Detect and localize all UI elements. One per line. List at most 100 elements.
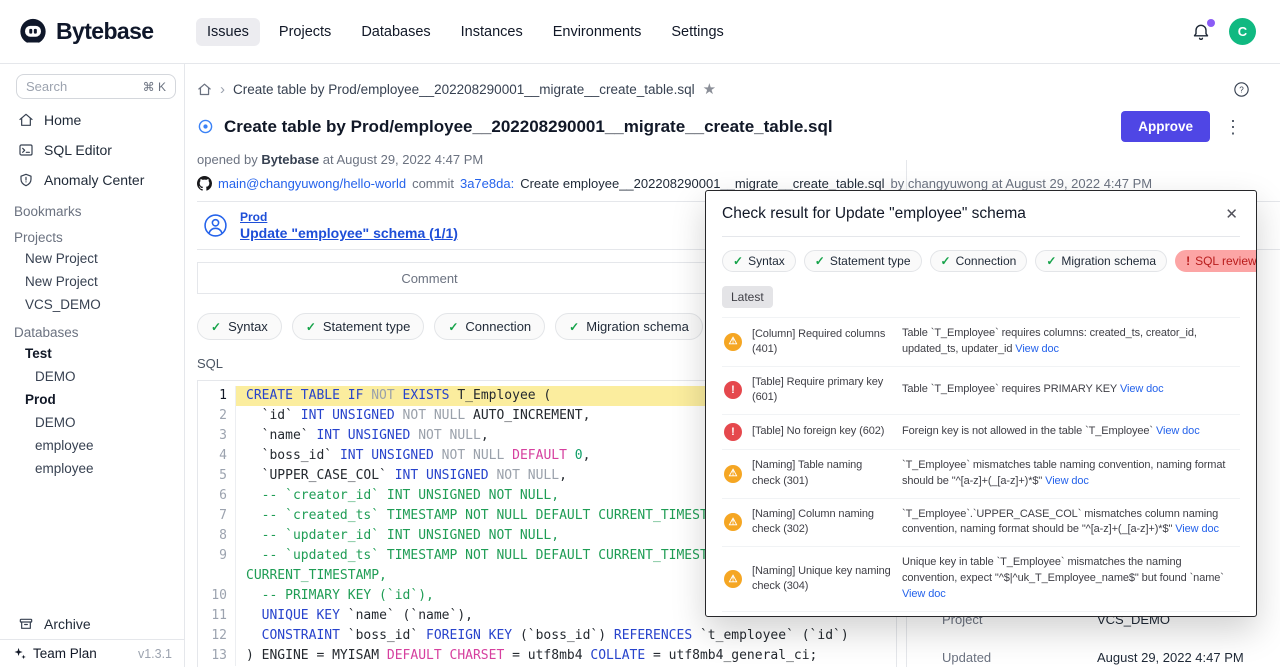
notifications-bell-icon[interactable] <box>1191 22 1211 42</box>
line-number: 10 <box>198 586 236 606</box>
check-icon: ✓ <box>815 254 825 268</box>
check-pill-sql-review[interactable]: ! SQL review <box>1175 250 1257 272</box>
line-number: 7 <box>198 506 236 526</box>
sidebar-item-sql-editor[interactable]: SQL Editor <box>0 135 184 165</box>
approve-button[interactable]: Approve <box>1121 111 1210 142</box>
nav-item-databases[interactable]: Databases <box>350 18 441 46</box>
search-input[interactable] <box>26 79 112 94</box>
vcs-commit-hash-link[interactable]: 3a7e8da: <box>460 176 514 191</box>
check-pill-migration-schema[interactable]: ✓Migration schema <box>1035 250 1167 272</box>
rule-detail: Table `T_Employee` requires columns: cre… <box>902 326 1238 358</box>
bookmark-star-icon[interactable]: ★ <box>703 80 716 98</box>
sidebar-link-new-project[interactable]: New Project <box>0 270 184 293</box>
view-doc-link[interactable]: View doc <box>1120 383 1164 395</box>
opened-by-author: Bytebase <box>261 152 319 167</box>
rule-name: [Table] No foreign key (602) <box>752 424 892 439</box>
section-label-projects: Projects <box>0 221 184 247</box>
code-text: ) ENGINE = MYISAM DEFAULT CHARSET = utf8… <box>236 646 896 666</box>
modal-title: Check result for Update "employee" schem… <box>722 205 1026 223</box>
environment-group-test: Test <box>0 342 184 365</box>
check-pill-label: Syntax <box>748 254 785 268</box>
sidebar-item-archive[interactable]: Archive <box>0 609 184 639</box>
view-doc-link[interactable]: View doc <box>1045 475 1089 487</box>
breadcrumb-home-icon[interactable] <box>197 82 212 97</box>
version-label: v1.3.1 <box>138 647 172 661</box>
check-icon: ✓ <box>211 320 221 334</box>
vcs-branch-link[interactable]: main@changyuwong/hello-world <box>218 176 406 191</box>
check-result-row: ⚠[Naming] Foreign key naming check (305)… <box>722 611 1240 617</box>
error-icon: ! <box>724 381 742 399</box>
check-pill-connection[interactable]: ✓Connection <box>930 250 1028 272</box>
breadcrumb-chevron-icon: › <box>220 81 225 98</box>
sidebar-link-new-project[interactable]: New Project <box>0 247 184 270</box>
user-avatar[interactable]: C <box>1229 18 1256 45</box>
modal-divider <box>722 236 1240 237</box>
latest-button[interactable]: Latest <box>722 286 773 308</box>
help-icon[interactable]: ? <box>1233 81 1250 98</box>
check-icon: ✓ <box>1046 254 1056 268</box>
check-result-modal: Check result for Update "employee" schem… <box>705 190 1257 617</box>
line-number: 4 <box>198 446 236 466</box>
warning-icon: ⚠ <box>724 333 742 351</box>
check-icon: ✓ <box>569 320 579 334</box>
info-row-updated: UpdatedAugust 29, 2022 4:47 PM <box>942 650 991 665</box>
check-result-row: ⚠[Naming] Table naming check (301)`T_Emp… <box>722 449 1240 498</box>
check-pill-syntax[interactable]: ✓Syntax <box>722 250 796 272</box>
line-number: 6 <box>198 486 236 506</box>
sidebar-link-employee[interactable]: employee <box>0 457 184 480</box>
sidebar-item-label: Anomaly Center <box>44 172 144 188</box>
plan-footer[interactable]: Team Plan v1.3.1 <box>0 639 184 667</box>
view-doc-link[interactable]: View doc <box>1015 343 1059 355</box>
page-title: Create table by Prod/employee__202208290… <box>224 117 1111 137</box>
sidebar-link-vcs-demo[interactable]: VCS_DEMO <box>0 293 184 316</box>
sidebar-link-employee[interactable]: employee <box>0 434 184 457</box>
check-pill-label: SQL review <box>1195 254 1257 268</box>
stage-task-link[interactable]: Update "employee" schema (1/1) <box>240 225 458 241</box>
rule-detail: Table `T_Employee` requires PRIMARY KEY … <box>902 382 1238 398</box>
line-number: 13 <box>198 646 236 666</box>
close-icon[interactable]: ✕ <box>1223 205 1240 224</box>
bytebase-logo-icon <box>18 17 48 47</box>
bytebase-logo[interactable]: Bytebase <box>18 17 186 47</box>
plan-label: Team Plan <box>33 646 97 661</box>
nav-item-projects[interactable]: Projects <box>268 18 342 46</box>
fail-icon: ! <box>1186 254 1190 268</box>
sidebar-link-demo[interactable]: DEMO <box>0 365 184 388</box>
info-label: Updated <box>942 650 991 665</box>
sidebar-item-home[interactable]: Home <box>0 105 184 135</box>
check-pill-migration-schema[interactable]: ✓ Migration schema <box>555 313 703 340</box>
view-doc-link[interactable]: View doc <box>902 588 946 600</box>
info-value: August 29, 2022 4:47 PM <box>1097 650 1244 665</box>
notification-dot <box>1207 19 1215 27</box>
warning-icon: ⚠ <box>724 513 742 531</box>
nav-item-instances[interactable]: Instances <box>450 18 534 46</box>
check-pill-syntax[interactable]: ✓Syntax <box>197 313 282 340</box>
check-result-row: ⚠[Naming] Column naming check (302)`T_Em… <box>722 498 1240 547</box>
left-sidebar: ⌘ K HomeSQL EditorAnomaly Center Bookmar… <box>0 64 185 667</box>
sidebar-item-anomaly-center[interactable]: Anomaly Center <box>0 165 184 195</box>
check-pill-label: Migration schema <box>586 319 689 334</box>
archive-icon <box>18 616 34 632</box>
check-pill-statement-type[interactable]: ✓Statement type <box>804 250 922 272</box>
rule-detail: `T_Employee` mismatches table naming con… <box>902 458 1238 490</box>
home-icon <box>18 112 34 128</box>
check-pill-statement-type[interactable]: ✓Statement type <box>292 313 425 340</box>
warning-icon: ⚠ <box>724 570 742 588</box>
check-result-row: ⚠[Naming] Unique key naming check (304)U… <box>722 546 1240 611</box>
nav-item-issues[interactable]: Issues <box>196 18 260 46</box>
check-icon: ✓ <box>306 320 316 334</box>
rule-name: [Column] Required columns (401) <box>752 327 892 358</box>
nav-item-environments[interactable]: Environments <box>542 18 653 46</box>
stage-environment-link[interactable]: Prod <box>240 210 458 224</box>
view-doc-link[interactable]: View doc <box>1175 523 1219 535</box>
search-box[interactable]: ⌘ K <box>16 74 176 99</box>
view-doc-link[interactable]: View doc <box>1156 425 1200 437</box>
nav-item-settings[interactable]: Settings <box>660 18 734 46</box>
vcs-commit-author: by changyuwong at August 29, 2022 4:47 P… <box>890 176 1152 191</box>
rule-detail: `T_Employee`.`UPPER_CASE_COL` mismatches… <box>902 507 1238 539</box>
more-actions-icon[interactable]: ⋮ <box>1220 118 1246 136</box>
sidebar-link-demo[interactable]: DEMO <box>0 411 184 434</box>
check-icon: ✓ <box>941 254 951 268</box>
check-pill-connection[interactable]: ✓Connection <box>434 313 545 340</box>
sparkle-icon <box>12 646 27 661</box>
